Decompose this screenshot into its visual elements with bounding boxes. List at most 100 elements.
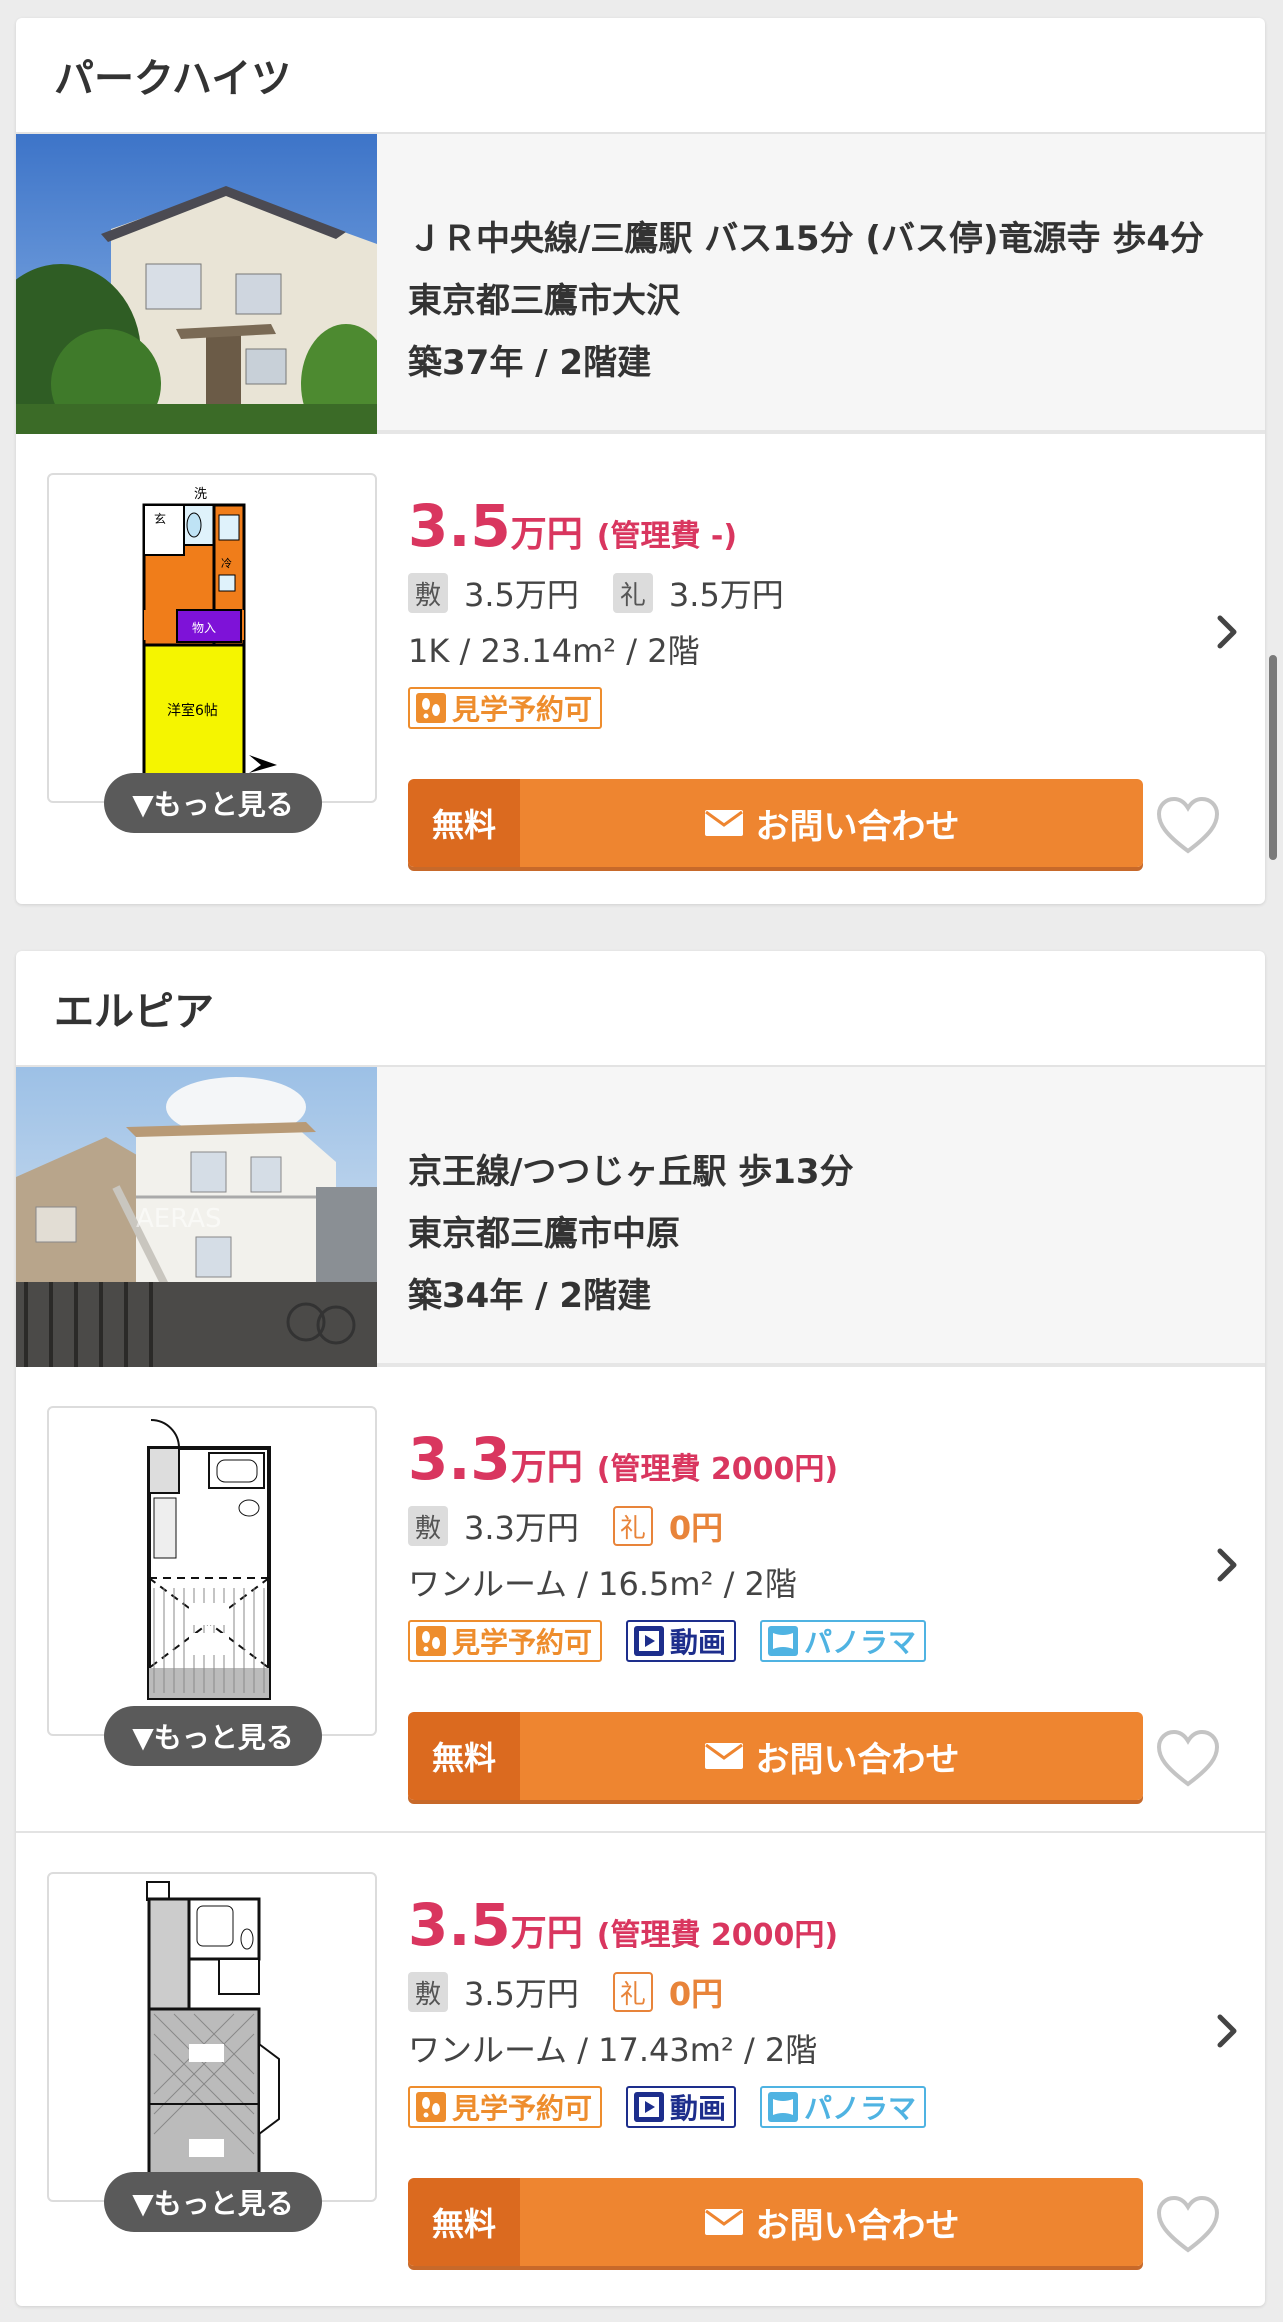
room-info: 3.5 万円 (管理費 -) 敷 3.5万円 礼 3.5万円 1K / 23.1… bbox=[408, 492, 1168, 738]
free-label: 無料 bbox=[408, 2178, 520, 2266]
reikin-value: 3.5万円 bbox=[668, 576, 784, 614]
deposit-line: 敷 3.3万円 礼 0円 bbox=[408, 1499, 1168, 1553]
rent-unit: 万円 bbox=[510, 1913, 583, 1954]
layout-text: ワンルーム / 17.43m² / 2階 bbox=[408, 2031, 818, 2069]
visit-badge: 見学予約可 bbox=[408, 1620, 603, 1662]
video-badge: 動画 bbox=[626, 1620, 737, 1662]
inquiry-label: お問い合わせ bbox=[755, 806, 960, 847]
inquiry-main[interactable]: お問い合わせ bbox=[520, 2178, 1143, 2266]
access-text: ＪＲ中央線/三鷹駅 バス15分 (バス停)竜源寺 歩4分 bbox=[408, 219, 1204, 259]
floorplan-thumbnail[interactable]: 洗 玄 冷 物入 洋室6帖 bbox=[47, 473, 377, 803]
building-age-text: 築37年 / 2階建 bbox=[408, 343, 652, 383]
panorama-icon bbox=[766, 2090, 800, 2124]
property-name[interactable]: パークハイツ bbox=[16, 18, 1265, 134]
shikikin-value: 3.5万円 bbox=[464, 576, 579, 614]
reikin-value: 0円 bbox=[668, 1509, 724, 1547]
inquiry-button[interactable]: 無料 お問い合わせ bbox=[408, 779, 1143, 867]
layout-text: ワンルーム / 16.5m² / 2階 bbox=[408, 1565, 797, 1603]
building-summary[interactable]: AERAS 京王線/つつじヶ丘駅 歩13分 東京都三鷹市中原 築34年 / 2階… bbox=[16, 1067, 1265, 1367]
envelope-icon bbox=[704, 1743, 743, 1769]
reikin-tag: 礼 bbox=[612, 1506, 653, 1546]
property-card: パークハイツ ＪＲ中央線/三鷹駅 バス15分 (バス停)竜源寺 歩4分 東京都三… bbox=[16, 18, 1265, 904]
heart-icon[interactable] bbox=[1155, 1729, 1221, 1789]
reikin-tag: 礼 bbox=[612, 573, 653, 613]
price-line: 3.5 万円 (管理費 -) bbox=[408, 492, 1168, 566]
building-photo[interactable]: AERAS bbox=[16, 1067, 377, 1367]
shikikin-value: 3.3万円 bbox=[464, 1509, 579, 1547]
footprints-icon bbox=[414, 1624, 448, 1658]
play-icon bbox=[632, 1624, 666, 1658]
building-info: 京王線/つつじヶ丘駅 歩13分 東京都三鷹市中原 築34年 / 2階建 bbox=[377, 1067, 900, 1363]
panorama-badge: パノラマ bbox=[760, 2086, 927, 2128]
panorama-icon bbox=[766, 1624, 800, 1658]
building-age-text: 築34年 / 2階建 bbox=[408, 1276, 652, 1316]
floorplan-label-entrance: 玄 bbox=[154, 511, 166, 526]
more-button[interactable]: ▼もっと見る bbox=[104, 2172, 322, 2232]
room-info: 3.5 万円 (管理費 2000円) 敷 3.5万円 礼 0円 ワンルーム / … bbox=[408, 1891, 1168, 2137]
reikin-tag: 礼 bbox=[612, 1972, 653, 2012]
visit-badge-label: 見学予約可 bbox=[452, 693, 593, 726]
room-row[interactable]: 洗 玄 冷 物入 洋室6帖 ▼もっと見る 3.5 万円 (管理費 -) 敷 3.… bbox=[16, 434, 1265, 900]
layout-text: 1K / 23.14m² / 2階 bbox=[408, 632, 700, 670]
floorplan-thumbnail[interactable] bbox=[47, 1406, 377, 1736]
shikikin-tag: 敷 bbox=[408, 1506, 448, 1546]
feature-badges: 見学予約可 動画 パノラマ bbox=[408, 2077, 1168, 2137]
panorama-badge-label: パノラマ bbox=[804, 1626, 917, 1659]
room-info: 3.3 万円 (管理費 2000円) 敷 3.3万円 礼 0円 ワンルーム / … bbox=[408, 1425, 1168, 1671]
video-badge-label: 動画 bbox=[670, 2092, 727, 2125]
floorplan-label-wash: 洗 bbox=[194, 487, 207, 502]
deposit-line: 敷 3.5万円 礼 3.5万円 bbox=[408, 566, 1168, 620]
management-fee: (管理費 2000円) bbox=[596, 1918, 839, 1953]
access-text: 京王線/つつじヶ丘駅 歩13分 bbox=[408, 1152, 854, 1192]
building-summary[interactable]: ＪＲ中央線/三鷹駅 バス15分 (バス停)竜源寺 歩4分 東京都三鷹市大沢 築3… bbox=[16, 134, 1265, 434]
heart-icon[interactable] bbox=[1155, 2195, 1221, 2255]
footprints-icon bbox=[414, 691, 448, 725]
property-card: エルピア AERAS 京王線/つつじヶ丘駅 歩13分 東京都三鷹市中原 築34年… bbox=[16, 951, 1265, 2306]
feature-badges: 見学予約可 bbox=[408, 678, 1168, 738]
management-fee: (管理費 -) bbox=[596, 519, 738, 554]
property-name[interactable]: エルピア bbox=[16, 951, 1265, 1067]
room-row[interactable]: ▼もっと見る 3.5 万円 (管理費 2000円) 敷 3.5万円 礼 0円 ワ… bbox=[16, 1833, 1265, 2299]
visit-badge: 見学予約可 bbox=[408, 687, 603, 729]
visit-badge-label: 見学予約可 bbox=[452, 2092, 593, 2125]
free-label: 無料 bbox=[408, 1712, 520, 1800]
management-fee: (管理費 2000円) bbox=[596, 1452, 839, 1487]
rent-unit: 万円 bbox=[510, 514, 583, 555]
panorama-badge: パノラマ bbox=[760, 1620, 927, 1662]
inquiry-main[interactable]: お問い合わせ bbox=[520, 779, 1143, 867]
inquiry-label: お問い合わせ bbox=[755, 1739, 960, 1780]
envelope-icon bbox=[704, 2209, 743, 2235]
price-line: 3.5 万円 (管理費 2000円) bbox=[408, 1891, 1168, 1965]
floorplan-label-fridge: 冷 bbox=[221, 557, 232, 570]
inquiry-label: お問い合わせ bbox=[755, 2205, 960, 2246]
inquiry-button[interactable]: 無料 お問い合わせ bbox=[408, 2178, 1143, 2266]
floorplan-thumbnail[interactable] bbox=[47, 1872, 377, 2202]
rent-price: 3.5 bbox=[408, 1891, 511, 1959]
visit-badge: 見学予約可 bbox=[408, 2086, 603, 2128]
feature-badges: 見学予約可 動画 パノラマ bbox=[408, 1611, 1168, 1671]
shikikin-tag: 敷 bbox=[408, 573, 448, 613]
inquiry-button[interactable]: 無料 お問い合わせ bbox=[408, 1712, 1143, 1800]
inquiry-main[interactable]: お問い合わせ bbox=[520, 1712, 1143, 1800]
chevron-right-icon[interactable] bbox=[1207, 604, 1247, 660]
play-icon bbox=[632, 2090, 666, 2124]
floorplan-label-storage: 物入 bbox=[192, 621, 216, 635]
panorama-badge-label: パノラマ bbox=[804, 2092, 917, 2125]
address-text: 東京都三鷹市中原 bbox=[408, 1214, 680, 1254]
building-photo[interactable] bbox=[16, 134, 377, 434]
room-row[interactable]: ▼もっと見る 3.3 万円 (管理費 2000円) 敷 3.3万円 礼 0円 ワ… bbox=[16, 1367, 1265, 1833]
shikikin-tag: 敷 bbox=[408, 1972, 448, 2012]
floorplan-label-room: 洋室6帖 bbox=[167, 702, 218, 719]
building-info: ＪＲ中央線/三鷹駅 バス15分 (バス停)竜源寺 歩4分 東京都三鷹市大沢 築3… bbox=[377, 134, 1250, 430]
chevron-right-icon[interactable] bbox=[1207, 1537, 1247, 1593]
envelope-icon bbox=[704, 810, 743, 836]
video-badge-label: 動画 bbox=[670, 1626, 727, 1659]
price-line: 3.3 万円 (管理費 2000円) bbox=[408, 1425, 1168, 1499]
heart-icon[interactable] bbox=[1155, 796, 1221, 856]
more-button[interactable]: ▼もっと見る bbox=[104, 773, 322, 833]
free-label: 無料 bbox=[408, 779, 520, 867]
more-button[interactable]: ▼もっと見る bbox=[104, 1706, 322, 1766]
chevron-right-icon[interactable] bbox=[1207, 2003, 1247, 2059]
video-badge: 動画 bbox=[626, 2086, 737, 2128]
scrollbar[interactable] bbox=[1269, 655, 1277, 860]
